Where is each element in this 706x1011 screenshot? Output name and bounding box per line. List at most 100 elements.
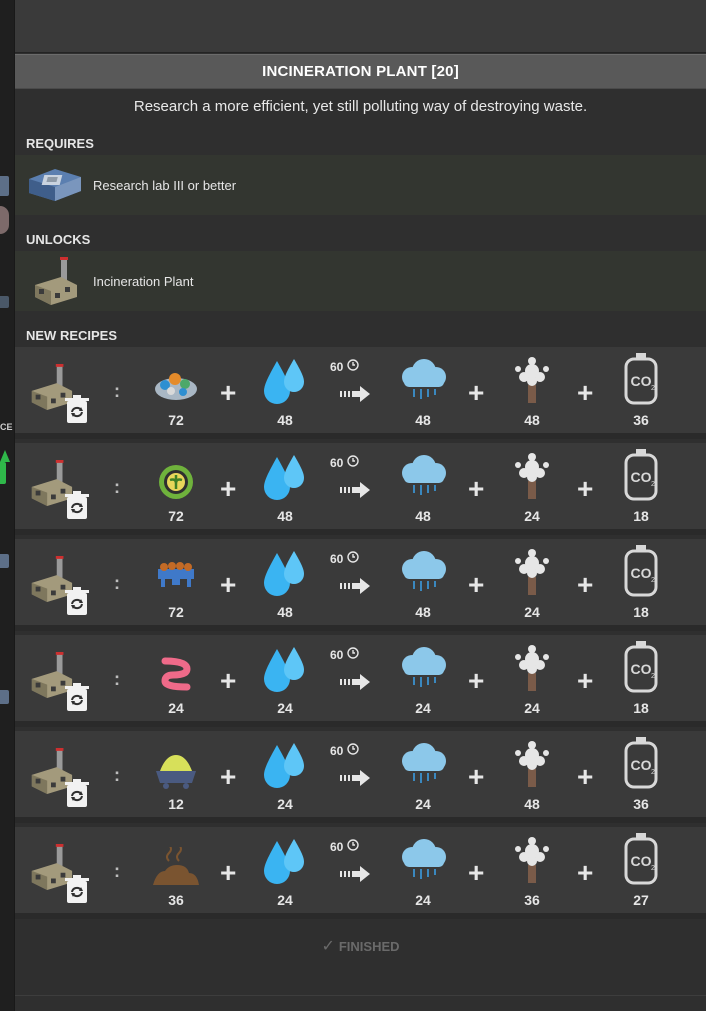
recipe-row[interactable]: : 72 +48 60 48 +24 + CO 2 18 xyxy=(15,539,706,631)
water-icon xyxy=(255,645,315,700)
input-quantity: 72 xyxy=(168,412,184,428)
sidebar-clipped-text: CE xyxy=(0,422,13,432)
co2-quantity: 27 xyxy=(633,892,649,908)
water-quantity: 24 xyxy=(277,700,293,716)
requires-item[interactable]: Research lab III or better xyxy=(15,155,706,215)
exhaust-quantity: 24 xyxy=(524,604,540,620)
steam-icon xyxy=(393,455,453,502)
background-sidebar: CE xyxy=(0,0,15,1011)
water-icon xyxy=(255,741,315,796)
input-quantity: 12 xyxy=(168,796,184,812)
steam-quantity: 24 xyxy=(415,700,431,716)
duration-label: 60 xyxy=(330,359,359,374)
requires-item-label: Research lab III or better xyxy=(93,177,237,193)
water-icon xyxy=(255,357,315,412)
duration-label: 60 xyxy=(330,551,359,566)
svg-text:2: 2 xyxy=(651,769,655,776)
plus-sign: + xyxy=(577,761,594,792)
research-description: Research a more efficient, yet still pol… xyxy=(133,98,588,115)
sulfur-cart-icon xyxy=(146,751,206,796)
sludge-icon xyxy=(146,844,206,894)
panel-divider xyxy=(15,995,706,996)
unlocks-item[interactable]: Incineration Plant xyxy=(15,251,706,311)
co2-icon: CO 2 xyxy=(611,833,671,890)
exhaust-icon xyxy=(502,355,562,410)
duration-label: 60 xyxy=(330,455,359,470)
research-detail-panel: INCINERATION PLANT [20] Research a more … xyxy=(15,0,706,1011)
steam-icon xyxy=(393,647,453,694)
steam-quantity: 24 xyxy=(415,796,431,812)
steam-icon xyxy=(393,743,453,790)
plus-sign: + xyxy=(220,857,237,888)
input-quantity: 36 xyxy=(168,892,184,908)
recyclables-icon xyxy=(146,463,206,506)
co2-quantity: 18 xyxy=(633,508,649,524)
plus-sign: + xyxy=(577,377,594,408)
duration-label: 60 xyxy=(330,743,359,758)
research-lab-icon xyxy=(25,161,85,209)
svg-text:CO: CO xyxy=(631,565,652,581)
co2-icon: CO 2 xyxy=(611,737,671,794)
co2-quantity: 36 xyxy=(633,796,649,812)
recycle-bin-icon xyxy=(59,587,95,622)
recipe-row[interactable]: : 36 +24 60 24 +36 + CO 2 27 xyxy=(15,827,706,919)
sidebar-avatar-icon xyxy=(0,206,9,234)
new-recipes-heading: NEW RECIPES xyxy=(26,328,118,343)
co2-quantity: 18 xyxy=(633,700,649,716)
recipe-row[interactable]: : 72 +48 60 48 +24 + CO 2 18 xyxy=(15,443,706,535)
produces-arrow-icon xyxy=(335,770,375,791)
waste-pellets-icon xyxy=(146,559,206,594)
produces-arrow-icon xyxy=(335,386,375,407)
recipe-separator: : xyxy=(114,573,120,593)
plus-sign: + xyxy=(220,665,237,696)
exhaust-icon xyxy=(502,643,562,698)
co2-icon: CO 2 xyxy=(611,449,671,506)
water-icon xyxy=(255,837,315,892)
water-quantity: 48 xyxy=(277,412,293,428)
svg-text:2: 2 xyxy=(651,673,655,680)
plus-sign: + xyxy=(577,665,594,696)
sidebar-up-arrow-icon xyxy=(0,450,10,462)
water-quantity: 24 xyxy=(277,892,293,908)
research-title: INCINERATION PLANT [20] xyxy=(15,54,706,89)
clock-icon xyxy=(347,839,359,854)
recipe-row[interactable]: : 24 +24 60 24 +24 + CO 2 18 xyxy=(15,635,706,727)
plus-sign: + xyxy=(577,473,594,504)
exhaust-quantity: 48 xyxy=(524,796,540,812)
recipe-separator: : xyxy=(114,381,120,401)
sidebar-tab-marker xyxy=(0,176,9,196)
co2-icon: CO 2 xyxy=(611,545,671,602)
clock-icon xyxy=(347,455,359,470)
plus-sign: + xyxy=(468,473,485,504)
finished-label: FINISHED xyxy=(338,939,400,954)
plus-sign: + xyxy=(577,569,594,600)
exhaust-icon xyxy=(502,835,562,890)
exhaust-icon xyxy=(502,739,562,794)
recipe-row[interactable]: : 12 +24 60 24 +48 + CO 2 36 xyxy=(15,731,706,823)
finished-status: ✓ FINISHED xyxy=(15,936,706,956)
steam-icon xyxy=(393,551,453,598)
steam-quantity: 24 xyxy=(415,892,431,908)
steam-quantity: 48 xyxy=(415,412,431,428)
recycle-bin-icon xyxy=(59,875,95,910)
incineration-plant-icon xyxy=(25,257,85,305)
biomass-waste-icon xyxy=(146,655,206,698)
steam-quantity: 48 xyxy=(415,508,431,524)
plus-sign: + xyxy=(468,569,485,600)
exhaust-icon xyxy=(502,451,562,506)
co2-quantity: 18 xyxy=(633,604,649,620)
plus-sign: + xyxy=(220,473,237,504)
plus-sign: + xyxy=(220,569,237,600)
sidebar-tab-marker xyxy=(0,690,9,704)
co2-icon: CO 2 xyxy=(611,353,671,410)
recipe-row[interactable]: : 72 +48 60 48 +48 + CO 2 36 xyxy=(15,347,706,439)
svg-text:2: 2 xyxy=(651,481,655,488)
sidebar-tab-marker xyxy=(0,554,9,568)
water-icon xyxy=(255,549,315,604)
plus-sign: + xyxy=(220,761,237,792)
recycle-bin-icon xyxy=(59,395,95,430)
co2-quantity: 36 xyxy=(633,412,649,428)
exhaust-quantity: 36 xyxy=(524,892,540,908)
exhaust-quantity: 48 xyxy=(524,412,540,428)
svg-text:2: 2 xyxy=(651,577,655,584)
